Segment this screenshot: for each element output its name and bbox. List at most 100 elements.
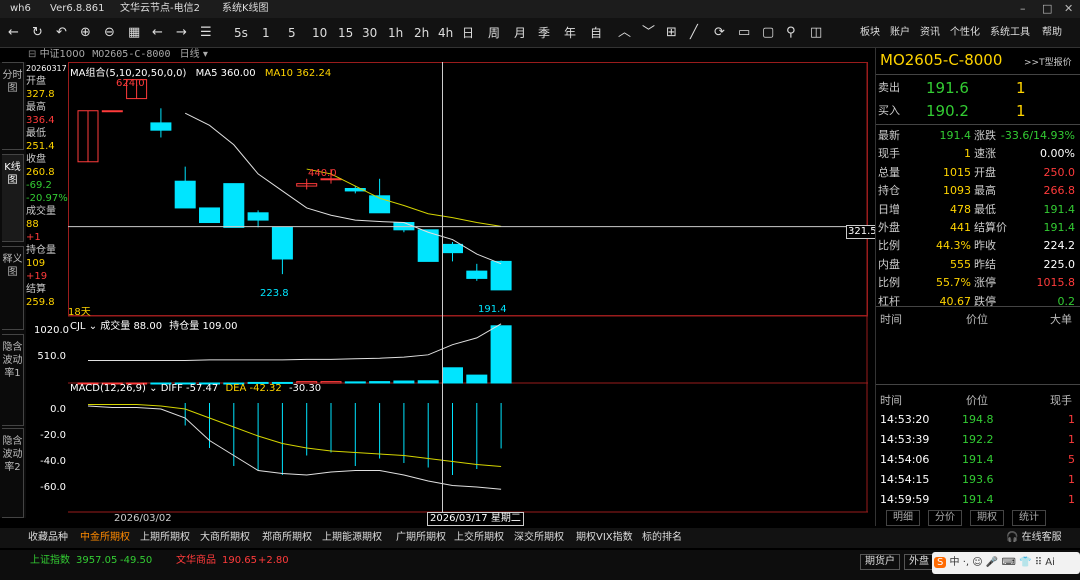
back-icon[interactable]: ←	[8, 23, 19, 43]
period-button[interactable]: 周	[488, 23, 500, 43]
kline-chart[interactable]	[68, 62, 868, 522]
down-icon[interactable]: ﹀	[642, 23, 655, 43]
market-tab[interactable]: 深交所期权	[514, 528, 564, 548]
quote-value: 441	[950, 221, 971, 234]
tab-definition[interactable]: 释义图	[2, 246, 24, 330]
menu-item[interactable]: 系统工具	[990, 23, 1030, 43]
period-button[interactable]: 15	[338, 23, 353, 43]
up-icon[interactable]: ︿	[618, 23, 631, 43]
ask-price[interactable]: 191.6	[926, 77, 969, 99]
tab-kline[interactable]: K线图	[2, 154, 24, 242]
window-icon[interactable]: ▢	[762, 23, 774, 43]
period-button[interactable]: 2h	[414, 23, 429, 43]
tab-iv2[interactable]: 隐含波动率2	[2, 428, 24, 518]
t-quote-link[interactable]: >>T型报价	[1024, 55, 1072, 68]
tab-detail[interactable]: 明细	[886, 510, 920, 526]
macd-axis-0: 0.0	[50, 404, 66, 415]
futures-account-button[interactable]: 期货户	[860, 554, 900, 570]
menu-item[interactable]: 帮助	[1042, 23, 1062, 43]
split-icon[interactable]: ◫	[810, 23, 822, 43]
market-tab[interactable]: 标的排名	[642, 528, 682, 548]
quote-row: 杠杆 40.67 跌停 0.2	[876, 292, 1080, 311]
quote-label: 现手	[878, 147, 900, 161]
grid-icon[interactable]: ▦	[128, 23, 140, 43]
maximize-icon[interactable]: □	[1042, 0, 1052, 18]
zoom-out-icon[interactable]: ⊖	[104, 23, 115, 43]
period-button[interactable]: 1	[262, 23, 270, 43]
menu-item[interactable]: 个性化	[950, 23, 980, 43]
index2-label: 文华商品	[176, 555, 216, 566]
candle-body	[199, 207, 220, 224]
period-selector[interactable]: 日线	[180, 49, 200, 60]
link-icon[interactable]: ⊟	[28, 49, 40, 60]
high-label: 最高	[26, 102, 46, 113]
ime-toolbar[interactable]: S 中 ·, ☺ 🎤 ⌨ 👕 ⠿ Ai	[932, 552, 1080, 574]
divider	[876, 306, 1080, 307]
chevron-down-icon[interactable]: ▾	[200, 49, 208, 60]
market-tab[interactable]: 上期能源期权	[322, 528, 382, 548]
period-button[interactable]: 自	[590, 23, 602, 43]
volume-legend: CJL ⌄ 成交量 88.00 持仓量 109.00	[70, 317, 237, 332]
macd-indicator-name[interactable]: MACD(12,26,9)	[70, 383, 146, 394]
quote-value: 44.3%	[936, 239, 971, 253]
index1-label: 上证指数	[30, 555, 70, 566]
period-button[interactable]: 10	[312, 23, 327, 43]
market-tab[interactable]: 大商所期权	[200, 528, 250, 548]
high-annotation: 624.0	[116, 78, 145, 89]
volume-indicator-name[interactable]: CJL	[70, 321, 86, 332]
period-button[interactable]: 年	[564, 23, 576, 43]
layout-icon[interactable]: ▭	[738, 23, 750, 43]
arrow-left-icon[interactable]: ←	[152, 23, 163, 43]
contract-code: MO2605-C-8000	[92, 49, 171, 60]
market-tab[interactable]: 郑商所期权	[262, 528, 312, 548]
period-button[interactable]: 1h	[388, 23, 403, 43]
list-icon[interactable]: ☰	[200, 23, 212, 43]
period-button[interactable]: 季	[538, 23, 550, 43]
menu-item[interactable]: 账户	[890, 23, 910, 43]
tick-row: 14:53:20 194.8 1	[876, 410, 1080, 429]
period-button[interactable]: 30	[362, 23, 377, 43]
online-service[interactable]: 🎧 在线客服	[1006, 530, 1062, 546]
tile-icon[interactable]: ⊞	[666, 23, 677, 43]
tab-options[interactable]: 期权	[970, 510, 1004, 526]
market-tab[interactable]: 中金所期权	[80, 528, 130, 548]
ma10-label: MA10 362.24	[264, 68, 332, 79]
draw-line-icon[interactable]: ╱	[690, 23, 698, 43]
chevron-down-icon[interactable]: ⌄	[146, 383, 161, 394]
tab-price-dist[interactable]: 分价	[928, 510, 962, 526]
foreign-market-button[interactable]: 外盘	[904, 554, 934, 570]
period-button[interactable]: 4h	[438, 23, 453, 43]
market-tab[interactable]: 广期所期权	[396, 528, 446, 548]
quote-label: 开盘	[974, 165, 996, 179]
market-tab[interactable]: 收藏品种	[28, 528, 68, 548]
quote-value: 1	[964, 147, 971, 161]
period-button[interactable]: 5	[288, 23, 296, 43]
chevron-down-icon[interactable]: ⌄	[86, 321, 101, 332]
close-icon[interactable]: ✕	[1064, 0, 1073, 18]
minimize-icon[interactable]: –	[1020, 0, 1026, 18]
pin-icon[interactable]: ⚲	[786, 23, 796, 43]
quote-value: 40.67	[939, 294, 972, 308]
tab-iv1[interactable]: 隐含波动率1	[2, 334, 24, 426]
market-tab[interactable]: 上期所期权	[140, 528, 190, 548]
volume-bar	[417, 380, 439, 384]
change-pct: -20.97%	[26, 193, 68, 204]
oi-label: 持仓量	[26, 245, 56, 256]
candle-body	[101, 110, 123, 113]
bid-price[interactable]: 190.2	[926, 100, 969, 122]
zoom-in-icon[interactable]: ⊕	[80, 23, 91, 43]
period-button[interactable]: 日	[462, 23, 474, 43]
quote-label: 昨结	[974, 257, 996, 271]
refresh-icon[interactable]: ↻	[32, 23, 43, 43]
menu-item[interactable]: 板块	[860, 23, 880, 43]
period-button[interactable]: 月	[514, 23, 526, 43]
tab-timeshare[interactable]: 分时图	[2, 62, 24, 150]
period-button[interactable]: 5s	[234, 23, 248, 43]
tab-stats[interactable]: 统计	[1012, 510, 1046, 526]
loop-icon[interactable]: ⟳	[714, 23, 725, 43]
market-tab[interactable]: 期权VIX指数	[576, 528, 633, 548]
market-tab[interactable]: 上交所期权	[454, 528, 504, 548]
arrow-right-icon[interactable]: →	[176, 23, 187, 43]
menu-item[interactable]: 资讯	[920, 23, 940, 43]
undo-icon[interactable]: ↶	[56, 23, 67, 43]
